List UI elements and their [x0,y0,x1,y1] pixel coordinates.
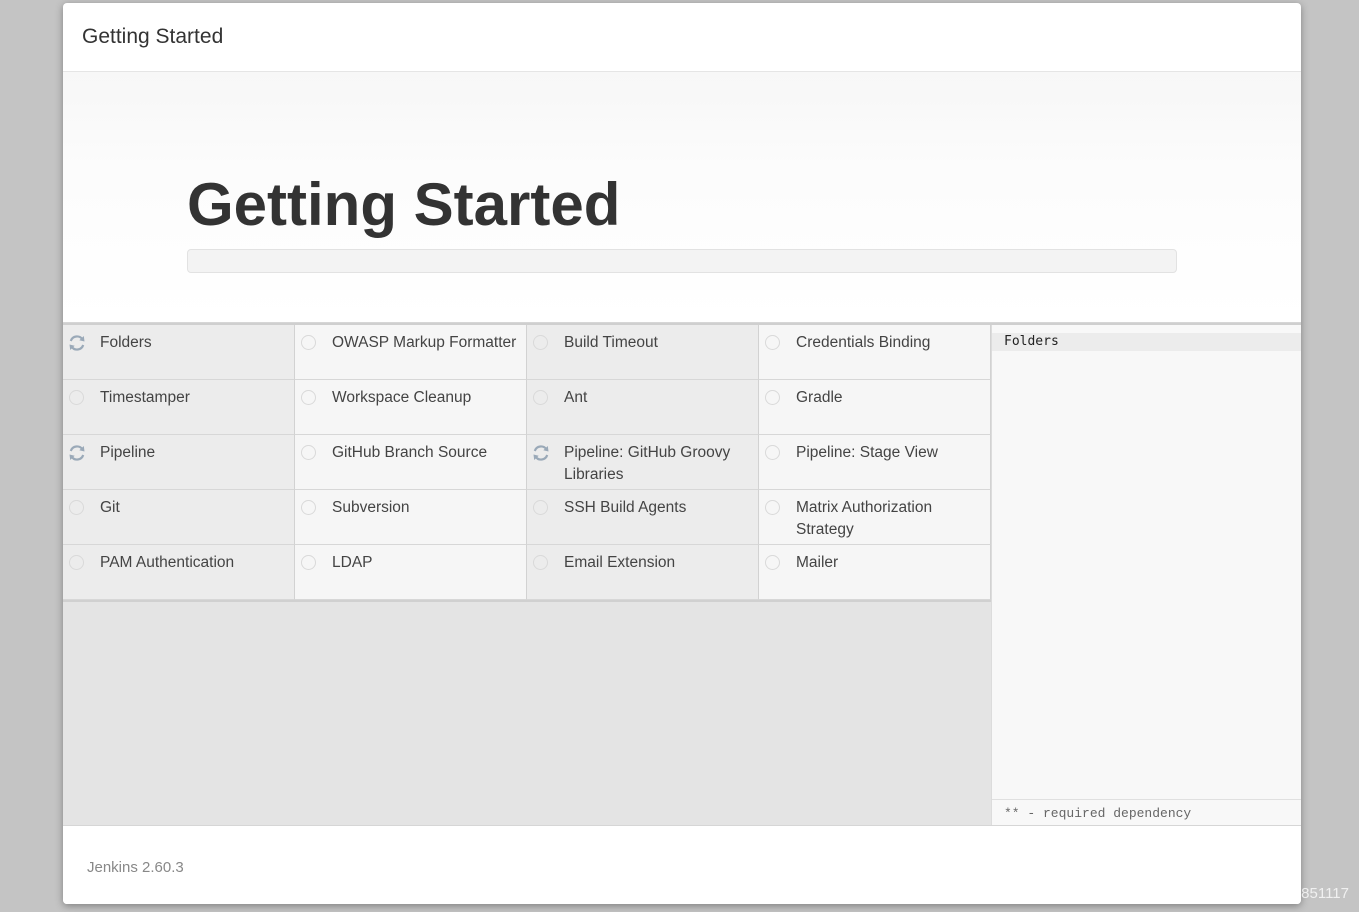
plugin-label: Ant [564,389,588,406]
pending-circle-icon [533,555,548,570]
plugin-item: Credentials Binding [759,325,991,380]
plugin-item: GitHub Branch Source [295,435,527,490]
plugin-item: Pipeline [63,435,295,490]
plugin-label: Subversion [332,499,410,516]
pending-circle-icon [533,500,548,515]
refresh-icon [69,445,85,461]
pending-circle-icon [765,390,780,405]
dialog-header: Getting Started [63,3,1301,72]
plugin-label: Mailer [796,554,839,571]
pending-circle-icon [69,500,84,515]
setup-wizard-dialog: Getting Started Getting Started Folders O… [63,3,1301,904]
plugin-item: Pipeline: Stage View [759,435,991,490]
plugin-grid: Folders OWASP Markup Formatter Build Timeo… [63,325,991,602]
plugin-label: PAM Authentication [100,554,235,571]
dialog-title: Getting Started [82,25,224,48]
pending-circle-icon [765,555,780,570]
plugin-label: Pipeline [100,444,156,461]
plugin-item: Timestamper [63,380,295,435]
plugin-label: Matrix Authorization Strategy [796,499,933,538]
pending-circle-icon [765,335,780,350]
plugin-item: Subversion [295,490,527,545]
dependency-legend: ** - required dependency [992,799,1301,827]
pending-circle-icon [301,500,316,515]
pending-circle-icon [69,390,84,405]
pending-circle-icon [765,500,780,515]
watermark: https://blog.csdn.net/weixin_42851117 [1096,885,1349,902]
plugin-item: Ant [527,380,759,435]
plugin-label: LDAP [332,554,373,571]
pending-circle-icon [301,555,316,570]
plugin-item: Gradle [759,380,991,435]
plugin-item: SSH Build Agents [527,490,759,545]
pending-circle-icon [69,555,84,570]
plugin-install-area: Folders OWASP Markup Formatter Build Timeo… [63,323,1301,827]
plugin-label: Pipeline: Stage View [796,444,938,461]
plugin-label: Build Timeout [564,334,658,351]
install-log-line: Folders [992,333,1301,351]
plugin-item: PAM Authentication [63,545,295,600]
pending-circle-icon [301,445,316,460]
plugin-label: Folders [100,334,152,351]
plugin-label: Gradle [796,389,843,406]
install-log-panel: Folders ** - required dependency [991,325,1301,827]
pending-circle-icon [765,445,780,460]
pending-circle-icon [301,390,316,405]
plugin-item: Mailer [759,545,991,600]
plugin-label: Credentials Binding [796,334,931,351]
hero-section: Getting Started [63,72,1301,323]
plugin-item: OWASP Markup Formatter [295,325,527,380]
plugin-label: OWASP Markup Formatter [332,334,517,351]
plugin-item: Pipeline: GitHub Groovy Libraries [527,435,759,490]
plugin-label: Git [100,499,120,516]
plugin-item: Workspace Cleanup [295,380,527,435]
pending-circle-icon [533,390,548,405]
page-title: Getting Started [187,171,621,238]
plugin-label: Pipeline: GitHub Groovy Libraries [564,444,731,483]
plugin-label: Timestamper [100,389,190,406]
pending-circle-icon [533,335,548,350]
plugin-label: GitHub Branch Source [332,444,488,461]
install-progress-bar [187,249,1177,273]
refresh-icon [69,335,85,351]
plugin-item: Git [63,490,295,545]
plugin-label: Email Extension [564,554,676,571]
plugin-item: Email Extension [527,545,759,600]
plugin-label: Workspace Cleanup [332,389,472,406]
plugin-item: LDAP [295,545,527,600]
jenkins-version: Jenkins 2.60.3 [87,859,184,876]
plugin-item: Folders [63,325,295,380]
plugin-item: Build Timeout [527,325,759,380]
plugin-item: Matrix Authorization Strategy [759,490,991,545]
plugin-label: SSH Build Agents [564,499,687,516]
refresh-icon [533,445,549,461]
pending-circle-icon [301,335,316,350]
